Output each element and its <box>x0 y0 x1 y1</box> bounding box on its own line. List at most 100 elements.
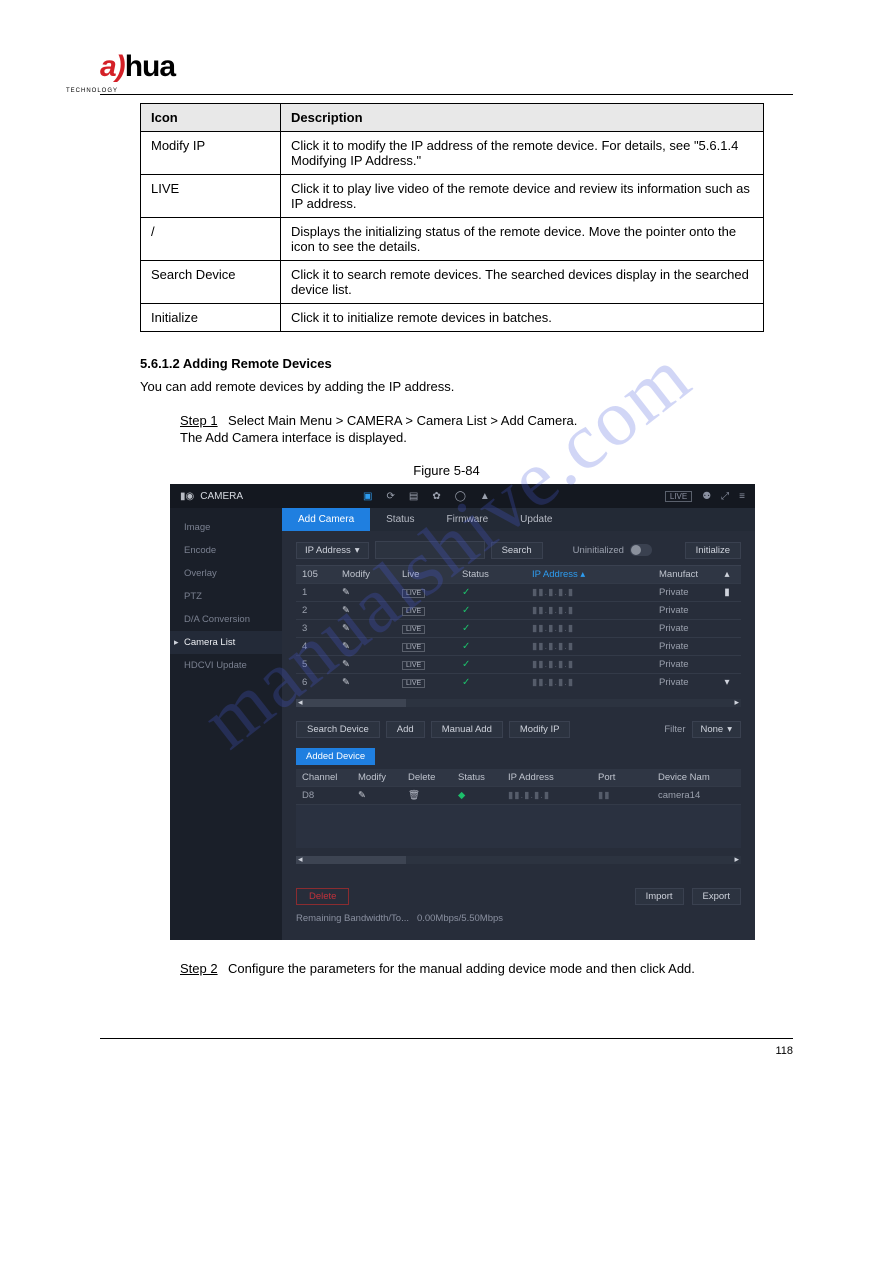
params-header-icon: Icon <box>141 104 281 132</box>
storage-icon[interactable]: ▤ <box>409 491 418 502</box>
section-desc: You can add remote devices by adding the… <box>140 379 793 394</box>
added-device-tab[interactable]: Added Device <box>296 748 375 765</box>
add-button[interactable]: Add <box>386 721 425 738</box>
scroll-right-icon[interactable]: ▸ <box>734 854 739 865</box>
row-mfr: Private <box>659 605 719 616</box>
row-channel: D8 <box>302 790 358 801</box>
sidebar-item-hdcvi-update[interactable]: HDCVI Update <box>170 654 282 677</box>
pencil-icon[interactable]: ✎ <box>342 677 402 688</box>
scroll-left-icon[interactable]: ◂ <box>298 854 303 865</box>
uninitialized-label: Uninitialized <box>573 545 624 556</box>
pencil-icon[interactable]: ✎ <box>342 659 402 670</box>
tab-add-camera[interactable]: Add Camera <box>282 508 370 531</box>
sidebar-item-camera-list[interactable]: Camera List <box>170 631 282 654</box>
live-badge[interactable]: LIVE <box>402 661 425 670</box>
user-icon[interactable]: ⚉ <box>702 491 711 502</box>
modify-ip-button[interactable]: Modify IP <box>509 721 571 738</box>
grid-row[interactable]: 2 ✎ LIVE ✓ ▮▮.▮.▮.▮ Private <box>296 601 741 619</box>
grid-row[interactable]: 1 ✎ LIVE ✓ ▮▮.▮.▮.▮ Private ▮ <box>296 583 741 601</box>
row-index: 6 <box>302 677 342 688</box>
live-badge[interactable]: LIVE <box>402 625 425 634</box>
grid2-header: Channel Modify Delete Status IP Address … <box>296 769 741 786</box>
menu-icon[interactable]: ≡ <box>739 491 745 502</box>
account-icon[interactable]: ▲ <box>480 491 490 502</box>
cell-icon: Modify IP <box>141 132 281 175</box>
pencil-icon[interactable]: ✎ <box>342 587 402 598</box>
tab-status[interactable]: Status <box>370 508 430 531</box>
export-button[interactable]: Export <box>692 888 741 905</box>
live-badge[interactable]: LIVE <box>402 679 425 688</box>
col-ip[interactable]: IP Address ▴ <box>532 569 642 580</box>
chevron-down-icon: ▾ <box>355 545 360 556</box>
scroll-up-icon[interactable]: ▴ <box>719 569 735 580</box>
col-status: Status <box>462 569 532 580</box>
grid-row[interactable]: 3 ✎ LIVE ✓ ▮▮.▮.▮.▮ Private <box>296 619 741 637</box>
import-button[interactable]: Import <box>635 888 684 905</box>
grid-blank-area <box>296 804 741 848</box>
pencil-icon[interactable]: ✎ <box>342 605 402 616</box>
search-device-button[interactable]: Search Device <box>296 721 380 738</box>
live-badge[interactable]: LIVE <box>402 607 425 616</box>
added-row[interactable]: D8 ✎ 🗑 ◆ ▮▮.▮.▮.▮ ▮▮ camera14 <box>296 786 741 804</box>
expand-icon[interactable]: ⤢ <box>721 491 729 502</box>
horizontal-scrollbar[interactable]: ◂ ▸ <box>296 699 741 707</box>
bandwidth-line: Remaining Bandwidth/To... 0.00Mbps/5.50M… <box>282 909 755 924</box>
grid-row[interactable]: 6 ✎ LIVE ✓ ▮▮.▮.▮.▮ Private ▾ <box>296 673 741 691</box>
trash-icon[interactable]: 🗑 <box>408 790 458 801</box>
scroll-left-icon[interactable]: ◂ <box>298 697 303 708</box>
table-row: / Displays the initializing status of th… <box>141 218 764 261</box>
table-row: Modify IP Click it to modify the IP addr… <box>141 132 764 175</box>
horizontal-scrollbar-2[interactable]: ◂ ▸ <box>296 856 741 864</box>
table-row: Initialize Click it to initialize remote… <box>141 304 764 332</box>
uninitialized-toggle[interactable] <box>630 544 652 556</box>
filter-select[interactable]: None ▾ <box>692 721 742 738</box>
bottom-button-row: Delete Import Export <box>282 874 755 909</box>
scroll-thumb[interactable]: ▮ <box>719 587 735 598</box>
delete-button[interactable]: Delete <box>296 888 349 905</box>
tab-update[interactable]: Update <box>504 508 568 531</box>
logo-part1: a) <box>100 50 125 83</box>
grid-row[interactable]: 4 ✎ LIVE ✓ ▮▮.▮.▮.▮ Private <box>296 637 741 655</box>
sidebar-item-da-conversion[interactable]: D/A Conversion <box>170 608 282 631</box>
search-results-grid: 105 Modify Live Status IP Address ▴ Manu… <box>296 565 741 691</box>
search-button[interactable]: Search <box>491 542 543 559</box>
sidebar-item-ptz[interactable]: PTZ <box>170 585 282 608</box>
ip-masked: ▮▮.▮.▮.▮ <box>532 641 642 652</box>
figure-caption: Figure 5-84 <box>100 463 793 478</box>
search-type-select[interactable]: IP Address ▾ <box>296 542 369 559</box>
camera-tab-icon[interactable]: ▣ <box>363 491 372 502</box>
sidebar-item-image[interactable]: Image <box>170 516 282 539</box>
row-mfr: Private <box>659 659 719 670</box>
main-tabs: Add Camera Status Firmware Update <box>282 508 755 531</box>
grid-header: 105 Modify Live Status IP Address ▴ Manu… <box>296 566 741 583</box>
sidebar-item-overlay[interactable]: Overlay <box>170 562 282 585</box>
pencil-icon[interactable]: ✎ <box>342 641 402 652</box>
scroll-down-icon[interactable]: ▾ <box>719 677 735 688</box>
ip-masked: ▮▮.▮.▮.▮ <box>508 790 598 801</box>
cell-icon: / <box>141 218 281 261</box>
params-table: Icon Description Modify IP Click it to m… <box>140 103 764 332</box>
live-badge[interactable]: LIVE <box>402 589 425 598</box>
manual-add-button[interactable]: Manual Add <box>431 721 503 738</box>
scroll-right-icon[interactable]: ▸ <box>734 697 739 708</box>
security-icon[interactable]: ◯ <box>455 491 466 502</box>
sidebar-item-encode[interactable]: Encode <box>170 539 282 562</box>
pencil-icon[interactable]: ✎ <box>342 623 402 634</box>
search-input[interactable] <box>375 541 485 559</box>
app-titlebar: ▮◉ CAMERA ▣ ⟳ ▤ ✿ ◯ ▲ LIVE ⚉ ⤢ ≡ <box>170 484 755 508</box>
initialize-button[interactable]: Initialize <box>685 542 741 559</box>
col-manufacturer: Manufact <box>659 569 719 580</box>
chevron-down-icon: ▾ <box>727 724 732 735</box>
col-live: Live <box>402 569 462 580</box>
row-index: 2 <box>302 605 342 616</box>
network-icon[interactable]: ⟳ <box>386 491 394 502</box>
row-mfr: Private <box>659 623 719 634</box>
pencil-icon[interactable]: ✎ <box>358 790 408 801</box>
row-mfr: Private <box>659 587 719 598</box>
live-badge[interactable]: LIVE <box>402 643 425 652</box>
system-icon[interactable]: ✿ <box>432 491 440 502</box>
tab-firmware[interactable]: Firmware <box>431 508 505 531</box>
grid-row[interactable]: 5 ✎ LIVE ✓ ▮▮.▮.▮.▮ Private <box>296 655 741 673</box>
check-icon: ✓ <box>462 587 532 598</box>
cell-icon: Initialize <box>141 304 281 332</box>
